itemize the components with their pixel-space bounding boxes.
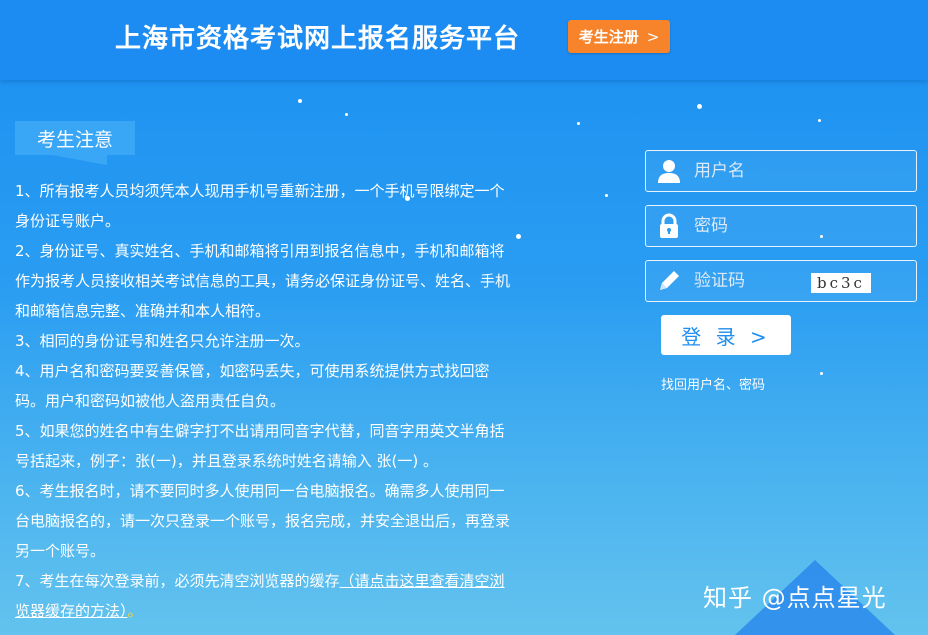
star-decoration xyxy=(697,104,702,109)
user-icon xyxy=(658,160,680,183)
register-button[interactable]: 考生注册 > xyxy=(568,20,670,53)
notice-item: 7、考生在每次登录前，必须先清空浏览器的缓存（请点击这里查看清空浏览器缓存的方法… xyxy=(15,566,515,626)
star-decoration xyxy=(605,194,608,197)
notice-item: 4、用户名和密码要妥善保管，如密码丢失，可使用系统提供方式找回密码。用户和密码如… xyxy=(15,362,490,410)
star-decoration xyxy=(298,99,302,103)
login-button[interactable]: 登 录 > xyxy=(661,315,791,355)
star-decoration xyxy=(516,234,521,239)
notice-heading: 考生注意 xyxy=(15,121,135,155)
captcha-field: bc3c xyxy=(645,260,917,302)
notice-item-7-text: 7、考生在每次登录前，必须先清空浏览器的缓存 xyxy=(15,572,340,590)
watermark: 知乎 @点点星光 xyxy=(703,584,887,612)
chevron-right-icon: > xyxy=(646,27,660,46)
notice-heading-tail xyxy=(52,155,107,165)
lock-icon xyxy=(660,213,678,238)
username-input[interactable] xyxy=(694,157,844,185)
password-field xyxy=(645,205,917,247)
password-input[interactable] xyxy=(694,212,844,240)
star-decoration xyxy=(577,122,580,125)
recover-account-link[interactable]: 找回用户名、密码 xyxy=(661,374,765,393)
captcha-input[interactable] xyxy=(694,267,804,295)
username-field xyxy=(645,150,917,192)
notice-item: 3、相同的身份证号和姓名只允许注册一次。 xyxy=(15,332,310,350)
notice-item: 5、如果您的姓名中有生僻字打不出请用同音字代替，同音字用英文半角括号括起来，例子… xyxy=(15,422,505,470)
notice-item: 6、考生报名时，请不要同时多人使用同一台电脑报名。确需多人使用同一台电脑报名的，… xyxy=(15,482,511,560)
star-decoration xyxy=(345,113,348,116)
notice-item: 1、所有报考人员均须凭本人现用手机号重新注册，一个手机号限绑定一个身份证号账户。 xyxy=(15,182,505,230)
top-header: 上海市资格考试网上报名服务平台 考生注册 > xyxy=(0,0,928,80)
star-decoration xyxy=(818,119,821,122)
star-decoration xyxy=(820,372,823,375)
register-button-label: 考生注册 xyxy=(578,28,639,46)
notice-list: 1、所有报考人员均须凭本人现用手机号重新注册，一个手机号限绑定一个身份证号账户。… xyxy=(15,176,515,626)
notice-item-7-end: 。 xyxy=(127,602,143,620)
notice-item: 2、身份证号、真实姓名、手机和邮箱将引用到报名信息中，手机和邮箱将作为报考人员接… xyxy=(15,242,511,320)
site-title: 上海市资格考试网上报名服务平台 xyxy=(115,24,521,54)
captcha-image[interactable]: bc3c xyxy=(811,273,871,293)
pencil-icon xyxy=(660,271,679,290)
